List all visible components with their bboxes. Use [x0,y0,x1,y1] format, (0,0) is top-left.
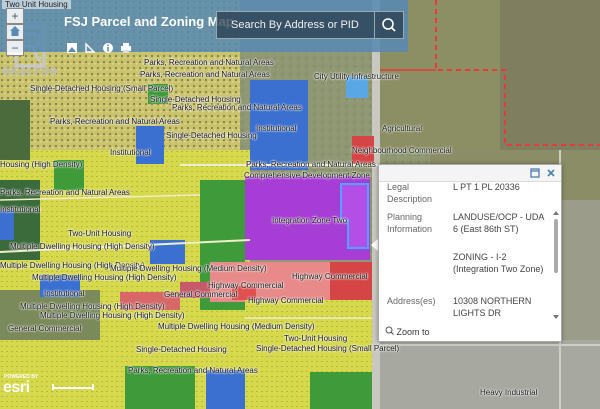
zone-label: Parks, Recreation and Natural Areas [246,160,376,169]
search-icon [382,18,396,32]
green-area [0,100,30,160]
zone-label: Institutional [110,148,151,157]
zone-label: Housing (High Density) [0,160,83,169]
esri-wordmark: esri [3,379,30,396]
zone-label: Parks, Recreation and Natural Areas [172,103,302,112]
zone-label: Agricultural [382,124,423,133]
zone-label: City Utility Infrastructure [314,72,399,81]
zone-label: Single-Detached Housing [166,131,257,140]
zone-label: Institutional [256,124,297,133]
info-icon[interactable] [102,42,114,54]
popup-titlebar [379,165,561,182]
maximize-icon[interactable] [529,167,541,179]
home-button[interactable] [6,24,24,40]
zone-label: Single-Detached Housing (Small Parcel) [30,84,174,93]
field-value: L PT 1 PL 20336 [453,182,520,192]
zoom-out-button[interactable]: − [6,40,24,56]
zone-label: Multiple Dwelling Housing (Medium Densit… [158,322,315,331]
zone-label: General Commercial [164,290,238,299]
zone-label: Comprehensive Development Zone [244,171,370,180]
industrial-zone [380,340,600,409]
search-button[interactable] [374,12,403,38]
zoom-to-label: Zoom to [396,327,430,337]
institutional-zone [0,210,14,240]
zone-label: Single-Detached Housing (Small Parcel) [256,344,400,353]
field-label: Legal Description [387,182,433,204]
zone-label: Highway Commercial [208,281,284,290]
home-icon [10,26,20,36]
zone-label: Multiple Dwelling Housing (High Density) [10,242,155,251]
zone-label: Highway Commercial [248,296,324,305]
zone-label: Highway Commercial [292,272,368,281]
field-block [500,0,600,150]
zoom-controls: + − [6,8,24,56]
zone-label: Multiple Dwelling Housing (High Density) [40,311,185,320]
zone-label: Institutional [0,205,41,214]
zone-label: Two-Unit Housing [68,229,132,238]
close-icon[interactable] [545,167,557,179]
measure-icon[interactable] [84,42,96,54]
zone-label: Two-Unit Housing [284,334,348,343]
zone-label: Parks, Recreation and Natural Areas [50,117,180,126]
zoom-to-link[interactable]: Zoom to [385,326,430,337]
search-input[interactable] [217,12,373,38]
zone-label: Neighbourhood Commercial [352,146,452,155]
zone-label: Single-Detached Housing [150,95,241,104]
zone-label: Single-Detached Housing [136,345,227,354]
zone-label: Integration Zone Two [272,216,348,225]
field-label: Planning Information [387,212,433,234]
parcel-popup: Legal Description L PT 1 PL 20336 Planni… [378,164,562,342]
field-value: LANDUSE/OCP - UDA 6 (East 86th ST) [453,212,544,234]
popup-scrollbar[interactable] [553,211,559,321]
zone-label: General Commercial [8,324,82,333]
realtor-watermark: REALTOR [2,66,58,78]
zone-label: Parks, Recreation and Natural Areas [144,58,274,67]
search-box [216,11,404,39]
app-title: FSJ Parcel and Zoning Map [64,14,234,29]
zoom-to-icon [385,326,394,335]
print-icon[interactable] [120,42,132,54]
zone-label: Multiple Dwelling Housing (High Density) [20,302,165,311]
park-zone [310,372,372,409]
zone-label: Parks, Recreation and Natural Areas [140,70,270,79]
zoom-in-button[interactable]: + [6,8,24,24]
zone-label: Institutional [44,289,85,298]
zone-label: Heavy Industrial [480,388,538,397]
field-label: Address(es) [387,296,436,306]
scale-bar [52,384,94,390]
institutional-zone [136,126,164,164]
zone-label: Multiple Dwelling Housing (Medium Densit… [110,264,267,273]
zone-label: Parks, Recreation and Natural Areas [128,366,258,375]
zone-label: Multiple Dwelling Housing (High Density) [32,273,177,282]
basemap-icon[interactable] [66,42,78,54]
zone-label: Parks, Recreation and Natural Areas [0,188,130,197]
field-value: 10308 NORTHERN LIGHTS DR [453,296,532,318]
esri-logo: POWERED BY esri [2,373,46,403]
field-value: ZONING - I-2 (Integration Two Zone) [453,252,544,274]
